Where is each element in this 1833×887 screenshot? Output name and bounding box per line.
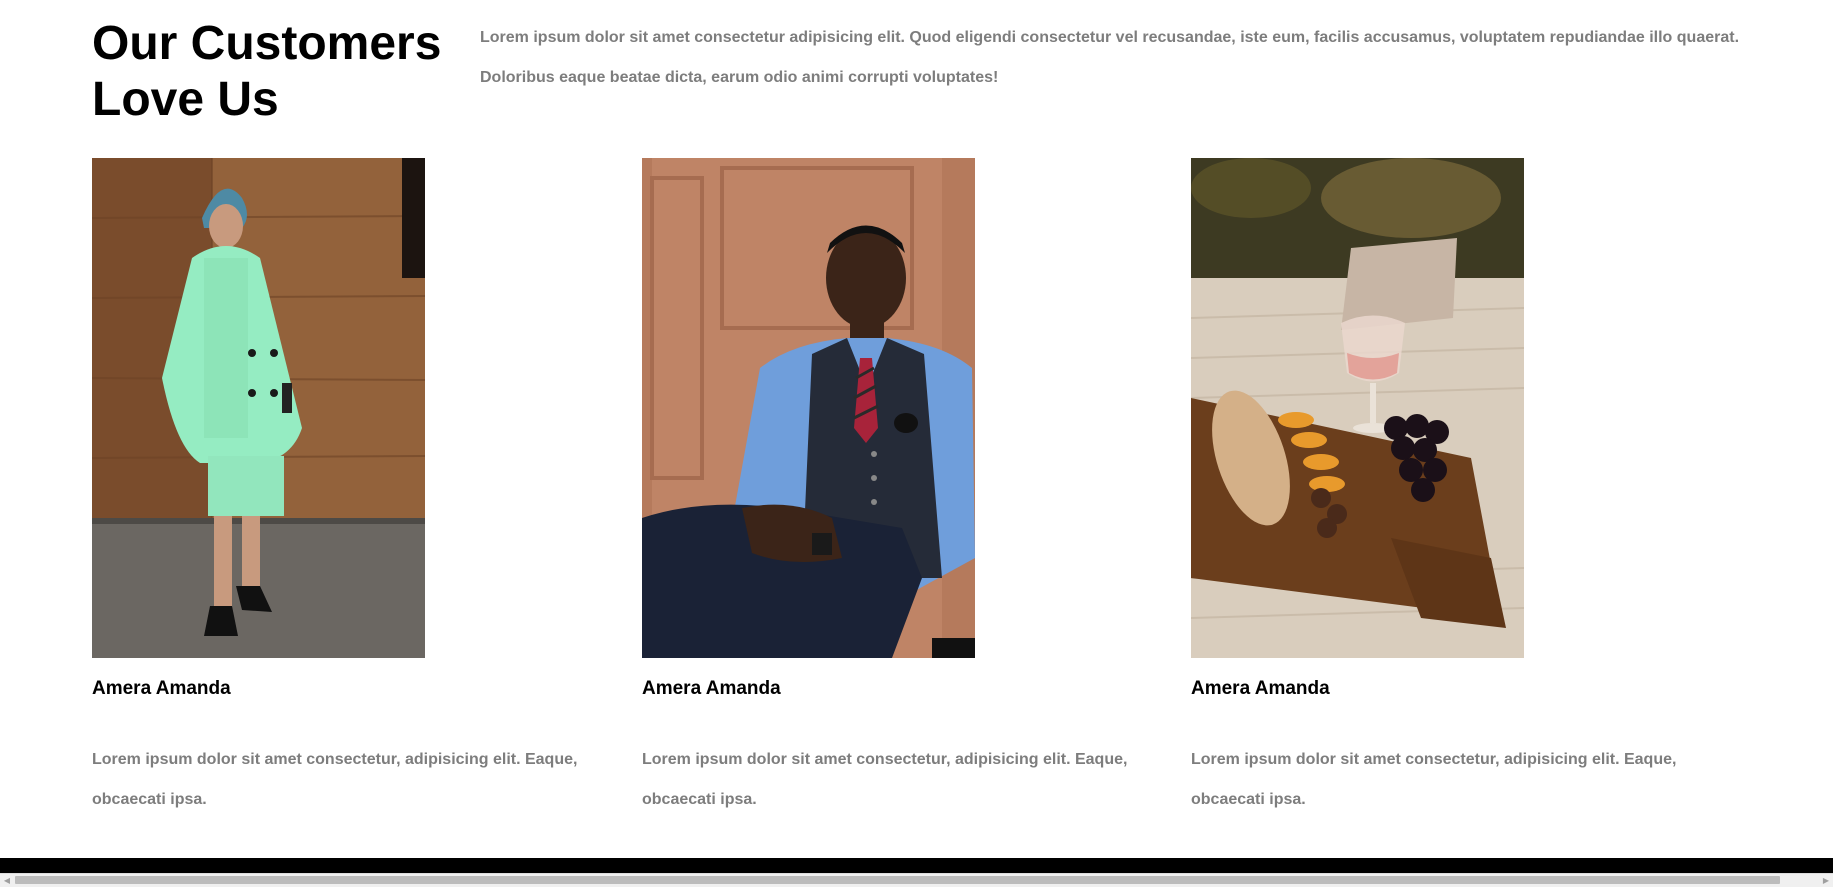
testimonial-text: Lorem ipsum dolor sit amet consectetur, … [92,751,578,808]
customer-photo [1191,158,1524,658]
scrollbar-thumb[interactable] [15,876,1780,884]
customer-photo [642,158,975,658]
testimonial-card: Amera Amanda Lorem ipsum dolor sit amet … [1191,158,1701,808]
page-title: Our Customers Love Us [92,17,442,126]
footer-band [0,858,1833,873]
customer-name: Amera Amanda [92,678,231,699]
customer-name: Amera Amanda [1191,678,1330,699]
hero-section: Our Customers Love Us Lorem ipsum dolor … [92,0,1792,140]
horizontal-scrollbar[interactable]: ◀ ▶ [0,873,1833,887]
scroll-right-arrow-icon[interactable]: ▶ [1819,874,1833,887]
hero-description: Lorem ipsum dolor sit amet consectetur a… [480,29,1740,86]
scroll-left-arrow-icon[interactable]: ◀ [0,874,14,887]
page: Our Customers Love Us Lorem ipsum dolor … [0,0,1833,887]
customer-photo [92,158,425,658]
customer-name: Amera Amanda [642,678,781,699]
testimonial-text: Lorem ipsum dolor sit amet consectetur, … [1191,751,1677,808]
testimonial-card: Amera Amanda Lorem ipsum dolor sit amet … [642,158,1152,808]
testimonial-text: Lorem ipsum dolor sit amet consectetur, … [642,751,1128,808]
testimonial-card: Amera Amanda Lorem ipsum dolor sit amet … [92,158,602,808]
